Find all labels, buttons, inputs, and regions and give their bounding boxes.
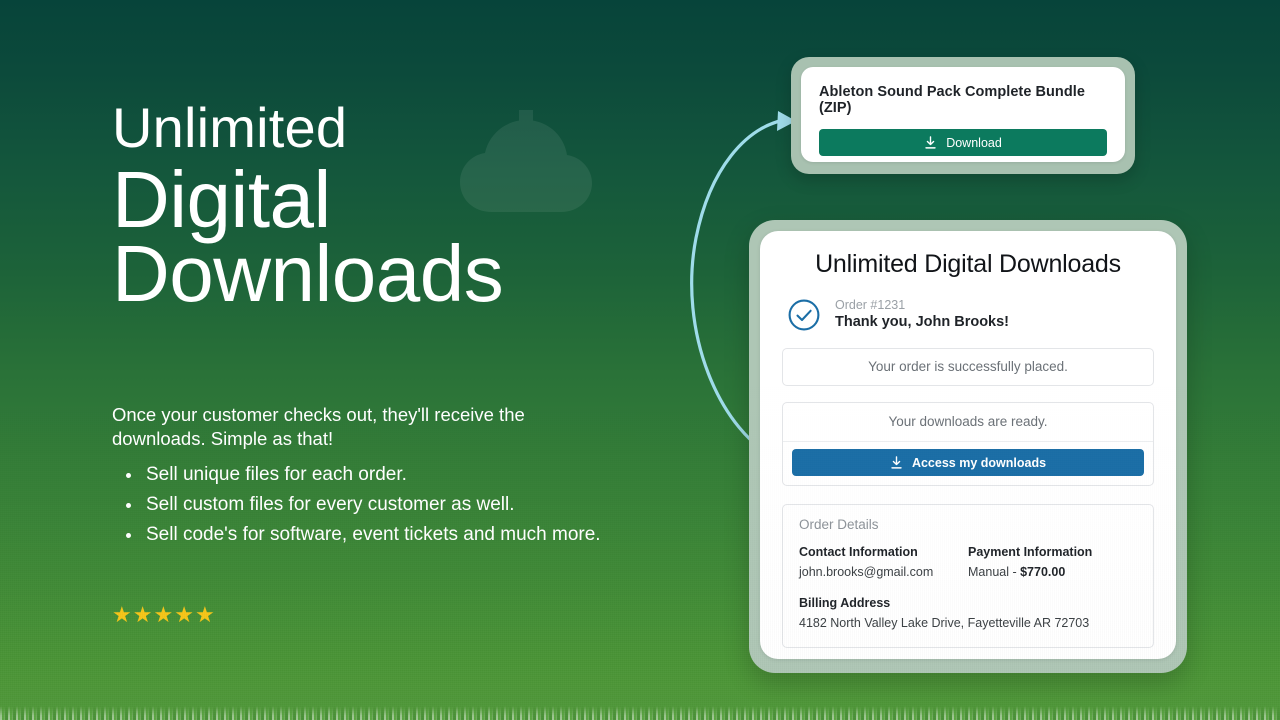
list-item: Sell code's for software, event tickets … xyxy=(112,520,672,550)
order-details-grid: Contact Information john.brooks@gmail.co… xyxy=(799,545,1137,579)
order-number: Order #1231 xyxy=(835,298,906,312)
background-bottom-noise xyxy=(0,706,1280,720)
thank-you-row: Order #1231 Thank you, John Brooks! xyxy=(782,297,1154,332)
page-title: Unlimited Digital Downloads xyxy=(815,250,1121,278)
hero-description: Once your customer checks out, they'll r… xyxy=(112,404,525,449)
list-item: Sell unique files for each order. xyxy=(112,460,672,490)
payment-method: Manual - xyxy=(968,565,1021,579)
star-icon: ★ xyxy=(112,602,132,627)
star-icon: ★ xyxy=(153,602,174,627)
product-download-card-frame: Ableton Sound Pack Complete Bundle (ZIP)… xyxy=(791,57,1135,174)
payment-amount: $770.00 xyxy=(1020,565,1066,579)
hero-feature-list: Sell unique files for each order. Sell c… xyxy=(112,460,672,550)
order-confirmation-card: Unlimited Digital Downloads Order #1231 … xyxy=(760,231,1176,659)
download-icon xyxy=(925,135,936,149)
access-my-downloads-button[interactable]: Access my downloads xyxy=(792,449,1144,476)
product-title: Ableton Sound Pack Complete Bundle (ZIP) xyxy=(819,84,1085,116)
contact-information-label: Contact Information xyxy=(799,545,918,559)
order-details-title: Order Details xyxy=(799,517,879,532)
rating-stars: ★ ★ ★ ★ ★ xyxy=(112,604,215,626)
access-downloads-label: Access my downloads xyxy=(911,455,1047,470)
downloads-section: Your downloads are ready. Access my down… xyxy=(782,402,1154,486)
check-circle-icon xyxy=(788,299,820,330)
download-icon xyxy=(891,455,902,469)
payment-information-label: Payment Information xyxy=(968,545,1093,559)
star-icon: ★ xyxy=(194,602,215,627)
star-icon: ★ xyxy=(174,602,194,627)
contact-information-block: Contact Information john.brooks@gmail.co… xyxy=(799,545,968,579)
product-download-card: Ableton Sound Pack Complete Bundle (ZIP)… xyxy=(801,67,1125,162)
payment-value: Manual - $770.00 xyxy=(968,565,1137,579)
cloud-download-icon xyxy=(460,110,592,212)
billing-address-label: Billing Address xyxy=(799,596,891,610)
thank-you-message: Thank you, John Brooks! xyxy=(835,314,1010,330)
order-confirmation-card-frame: Unlimited Digital Downloads Order #1231 … xyxy=(749,220,1187,673)
downloads-ready-message: Your downloads are ready. xyxy=(783,403,1153,442)
billing-address-value: 4182 North Valley Lake Drive, Fayettevil… xyxy=(799,616,1090,630)
list-item: Sell custom files for every customer as … xyxy=(112,490,672,520)
order-details-section: Order Details Contact Information john.b… xyxy=(782,504,1154,648)
contact-email: john.brooks@gmail.com xyxy=(799,565,934,579)
download-button-label: Download xyxy=(946,135,1002,150)
heading-line-3: Downloads xyxy=(112,229,504,318)
payment-information-block: Payment Information Manual - $770.00 xyxy=(968,545,1137,579)
star-icon: ★ xyxy=(132,602,153,627)
order-status-message: Your order is successfully placed. xyxy=(782,348,1154,386)
billing-address-block: Billing Address 4182 North Valley Lake D… xyxy=(799,596,1137,630)
download-button[interactable]: Download xyxy=(819,129,1107,156)
promo-banner: Unlimited Digital Downloads Once your cu… xyxy=(0,0,1280,720)
